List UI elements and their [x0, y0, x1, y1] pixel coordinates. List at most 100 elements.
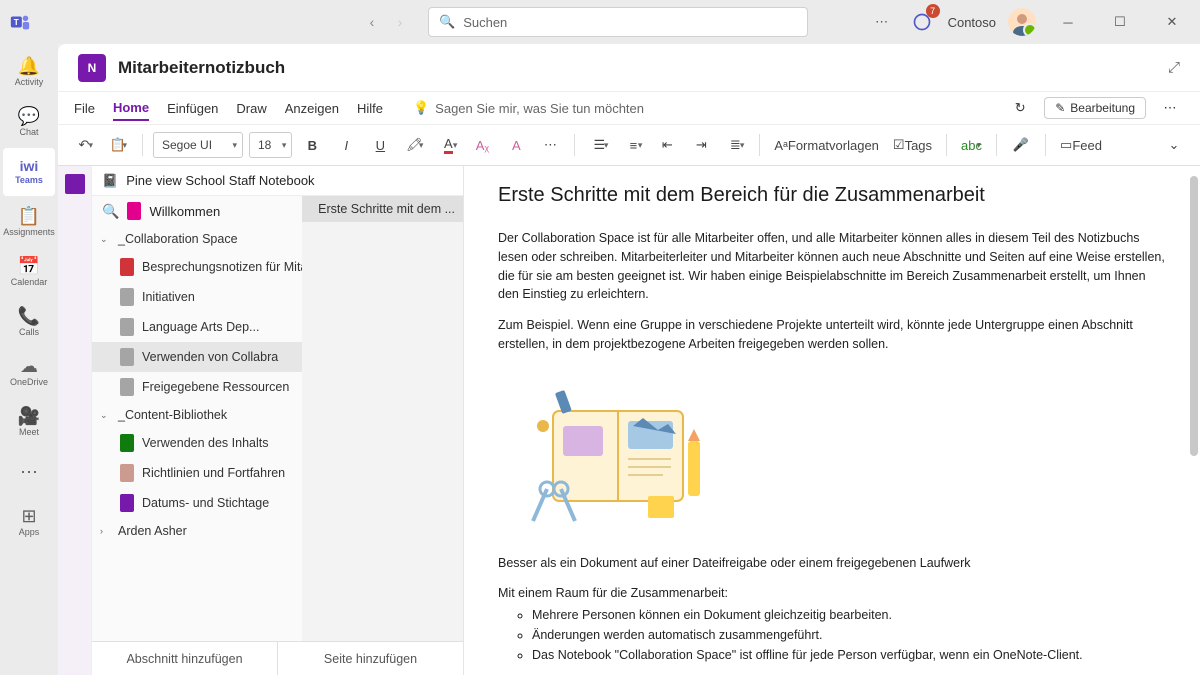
rail-item-apps[interactable]: ⊞Apps [3, 498, 55, 546]
paragraph: Zum Beispiel. Wenn eine Gruppe in versch… [498, 316, 1166, 354]
dictate-button[interactable]: 🎤 [1007, 131, 1035, 159]
rail-item-onedrive[interactable]: ☁OneDrive [3, 348, 55, 396]
format-painter-button[interactable]: A [502, 131, 530, 159]
section-item[interactable]: Initiativen [92, 282, 302, 312]
indent-button[interactable]: ⇥ [687, 131, 715, 159]
minimize-button[interactable]: ─ [1048, 6, 1088, 38]
menu-tab-draw[interactable]: Draw [236, 97, 266, 120]
titlebar: T ‹ › 🔍 Suchen ⋯ 7 Contoso ─ ☐ ✕ [0, 0, 1200, 44]
rail-item-assignments[interactable]: 📋Assignments [3, 198, 55, 246]
section-item[interactable]: 🔍 Willkommen [92, 196, 302, 226]
undo-button[interactable]: ↶▾ [70, 131, 98, 159]
page-item[interactable]: Erste Schritte mit dem ... [302, 196, 463, 222]
rail-label: Chat [19, 127, 38, 137]
page-canvas[interactable]: Erste Schritte mit dem Bereich für die Z… [464, 166, 1200, 675]
spellcheck-button[interactable]: abc▾ [957, 131, 986, 159]
menu-tab-anzeigen[interactable]: Anzeigen [285, 97, 339, 120]
section-label: Verwenden des Inhalts [142, 436, 268, 450]
notif-badge: 7 [926, 4, 940, 18]
rail-item-activity[interactable]: 🔔Activity [3, 48, 55, 96]
rail-item-calls[interactable]: 📞Calls [3, 298, 55, 346]
section-item[interactable]: Verwenden von Collabra [92, 342, 302, 372]
section-label: Besprechungsnotizen für Mitarbeiter [142, 260, 302, 274]
list-item: Das Notebook "Collaboration Space" ist o… [532, 645, 1166, 665]
chevron-icon: › [100, 526, 112, 536]
rail-item-chat[interactable]: 💬Chat [3, 98, 55, 146]
maximize-button[interactable]: ☐ [1100, 6, 1140, 38]
forward-button[interactable]: › [388, 10, 412, 34]
list-item: Mehrere Personen können ein Dokument gle… [532, 605, 1166, 625]
notifications-button[interactable]: 7 [908, 8, 936, 36]
numbering-button[interactable]: ≡▾ [619, 131, 647, 159]
section-tab-icon [120, 288, 134, 306]
sync-icon[interactable]: ↻ [1006, 94, 1034, 122]
more-font-icon[interactable]: ⋯ [536, 131, 564, 159]
section-tab-icon [120, 318, 134, 336]
search-icon: 🔍 [439, 14, 455, 30]
popout-icon[interactable]: ⤢ [1168, 59, 1180, 76]
section-group[interactable]: ⌄_Collaboration Space [92, 226, 302, 252]
underline-button[interactable]: U [366, 131, 394, 159]
pencil-icon: ✎ [1055, 101, 1065, 115]
section-item[interactable]: Verwenden des Inhalts [92, 428, 302, 458]
rail-item-more[interactable]: ⋯ [3, 448, 55, 496]
font-color-button[interactable]: A▾ [434, 131, 462, 159]
italic-button[interactable]: I [332, 131, 360, 159]
menubar: File Home Einfügen Draw Anzeigen Hilfe 💡 Sage… [58, 92, 1200, 124]
editing-mode-button[interactable]: ✎ Bearbeitung [1044, 97, 1146, 119]
Meet-icon: 🎥 [18, 407, 40, 425]
highlight-button[interactable]: 🖍▾ [400, 131, 428, 159]
ribbon-more-icon[interactable]: ⋯ [1156, 94, 1184, 122]
section-label: Datums- und Stichtage [142, 496, 269, 510]
feed-button[interactable]: ▭ Feed [1056, 131, 1106, 159]
section-item[interactable]: Freigegebene Ressourcen [92, 372, 302, 402]
font-family-select[interactable]: Segoe UI▾ [153, 132, 243, 158]
section-item[interactable]: Richtlinien und Fortfahren [92, 458, 302, 488]
bullets-button[interactable]: ☰▾ [585, 131, 613, 159]
align-button[interactable]: ≣▾ [721, 131, 749, 159]
styles-button[interactable]: Aᵃ Formatvorlagen [770, 131, 883, 159]
menu-tab-home[interactable]: Home [113, 96, 149, 121]
menu-tab-hilfe[interactable]: Hilfe [357, 97, 383, 120]
paste-button[interactable]: 📋▾ [104, 131, 132, 159]
rail-item-calendar[interactable]: 📅Calendar [3, 248, 55, 296]
outdent-button[interactable]: ⇤ [653, 131, 681, 159]
section-item[interactable]: Language Arts Dep... [92, 312, 302, 342]
section-item[interactable]: Besprechungsnotizen für Mitarbeiter [92, 252, 302, 282]
back-button[interactable]: ‹ [360, 10, 384, 34]
search-input[interactable]: 🔍 Suchen [428, 7, 808, 37]
add-page-button[interactable]: Seite hinzufügen [278, 642, 463, 675]
bold-button[interactable]: B [298, 131, 326, 159]
section-group[interactable]: ⌄_Content-Bibliothek [92, 402, 302, 428]
section-group[interactable]: ›Arden Asher [92, 518, 302, 544]
rail-item-meet[interactable]: 🎥Meet [3, 398, 55, 446]
rail-label: OneDrive [10, 377, 48, 387]
add-section-button[interactable]: Abschnitt hinzufügen [92, 642, 278, 675]
paragraph: Mit einem Raum für die Zusammenarbeit: [498, 584, 1166, 603]
more-icon[interactable]: ⋯ [868, 8, 896, 36]
menu-tab-einfügen[interactable]: Einfügen [167, 97, 218, 120]
close-button[interactable]: ✕ [1152, 6, 1192, 38]
illustration [498, 366, 728, 536]
chevron-icon: ⌄ [100, 410, 112, 421]
Calendar-icon: 📅 [18, 257, 40, 275]
section-tab-icon [120, 378, 134, 396]
ribbon-chevron-icon[interactable]: ⌄ [1160, 131, 1188, 159]
app-title: Mitarbeiternotizbuch [118, 58, 285, 78]
notebook-icon[interactable] [65, 174, 85, 194]
menu-tab-file[interactable]: File [74, 97, 95, 120]
tell-me-label: Sagen Sie mir, was Sie tun möchten [435, 101, 644, 116]
tell-me-search[interactable]: 💡 Sagen Sie mir, was Sie tun möchten [413, 100, 644, 116]
font-size-select[interactable]: 18▾ [249, 132, 292, 158]
section-label: Freigegebene Ressourcen [142, 380, 289, 394]
notebook-title[interactable]: Pine view School Staff Notebook [126, 173, 314, 188]
section-item[interactable]: Datums- und Stichtage [92, 488, 302, 518]
Assignments-icon: 📋 [18, 207, 40, 225]
tags-button[interactable]: ☑ Tags [889, 131, 936, 159]
rail-label: Activity [15, 77, 44, 87]
clear-format-button[interactable]: Aᵪ [468, 131, 496, 159]
rail-item-teams[interactable]: iwiTeams [3, 148, 55, 196]
user-avatar[interactable] [1008, 8, 1036, 36]
section-search-icon[interactable]: 🔍 [102, 203, 119, 220]
scrollbar[interactable] [1190, 176, 1198, 456]
